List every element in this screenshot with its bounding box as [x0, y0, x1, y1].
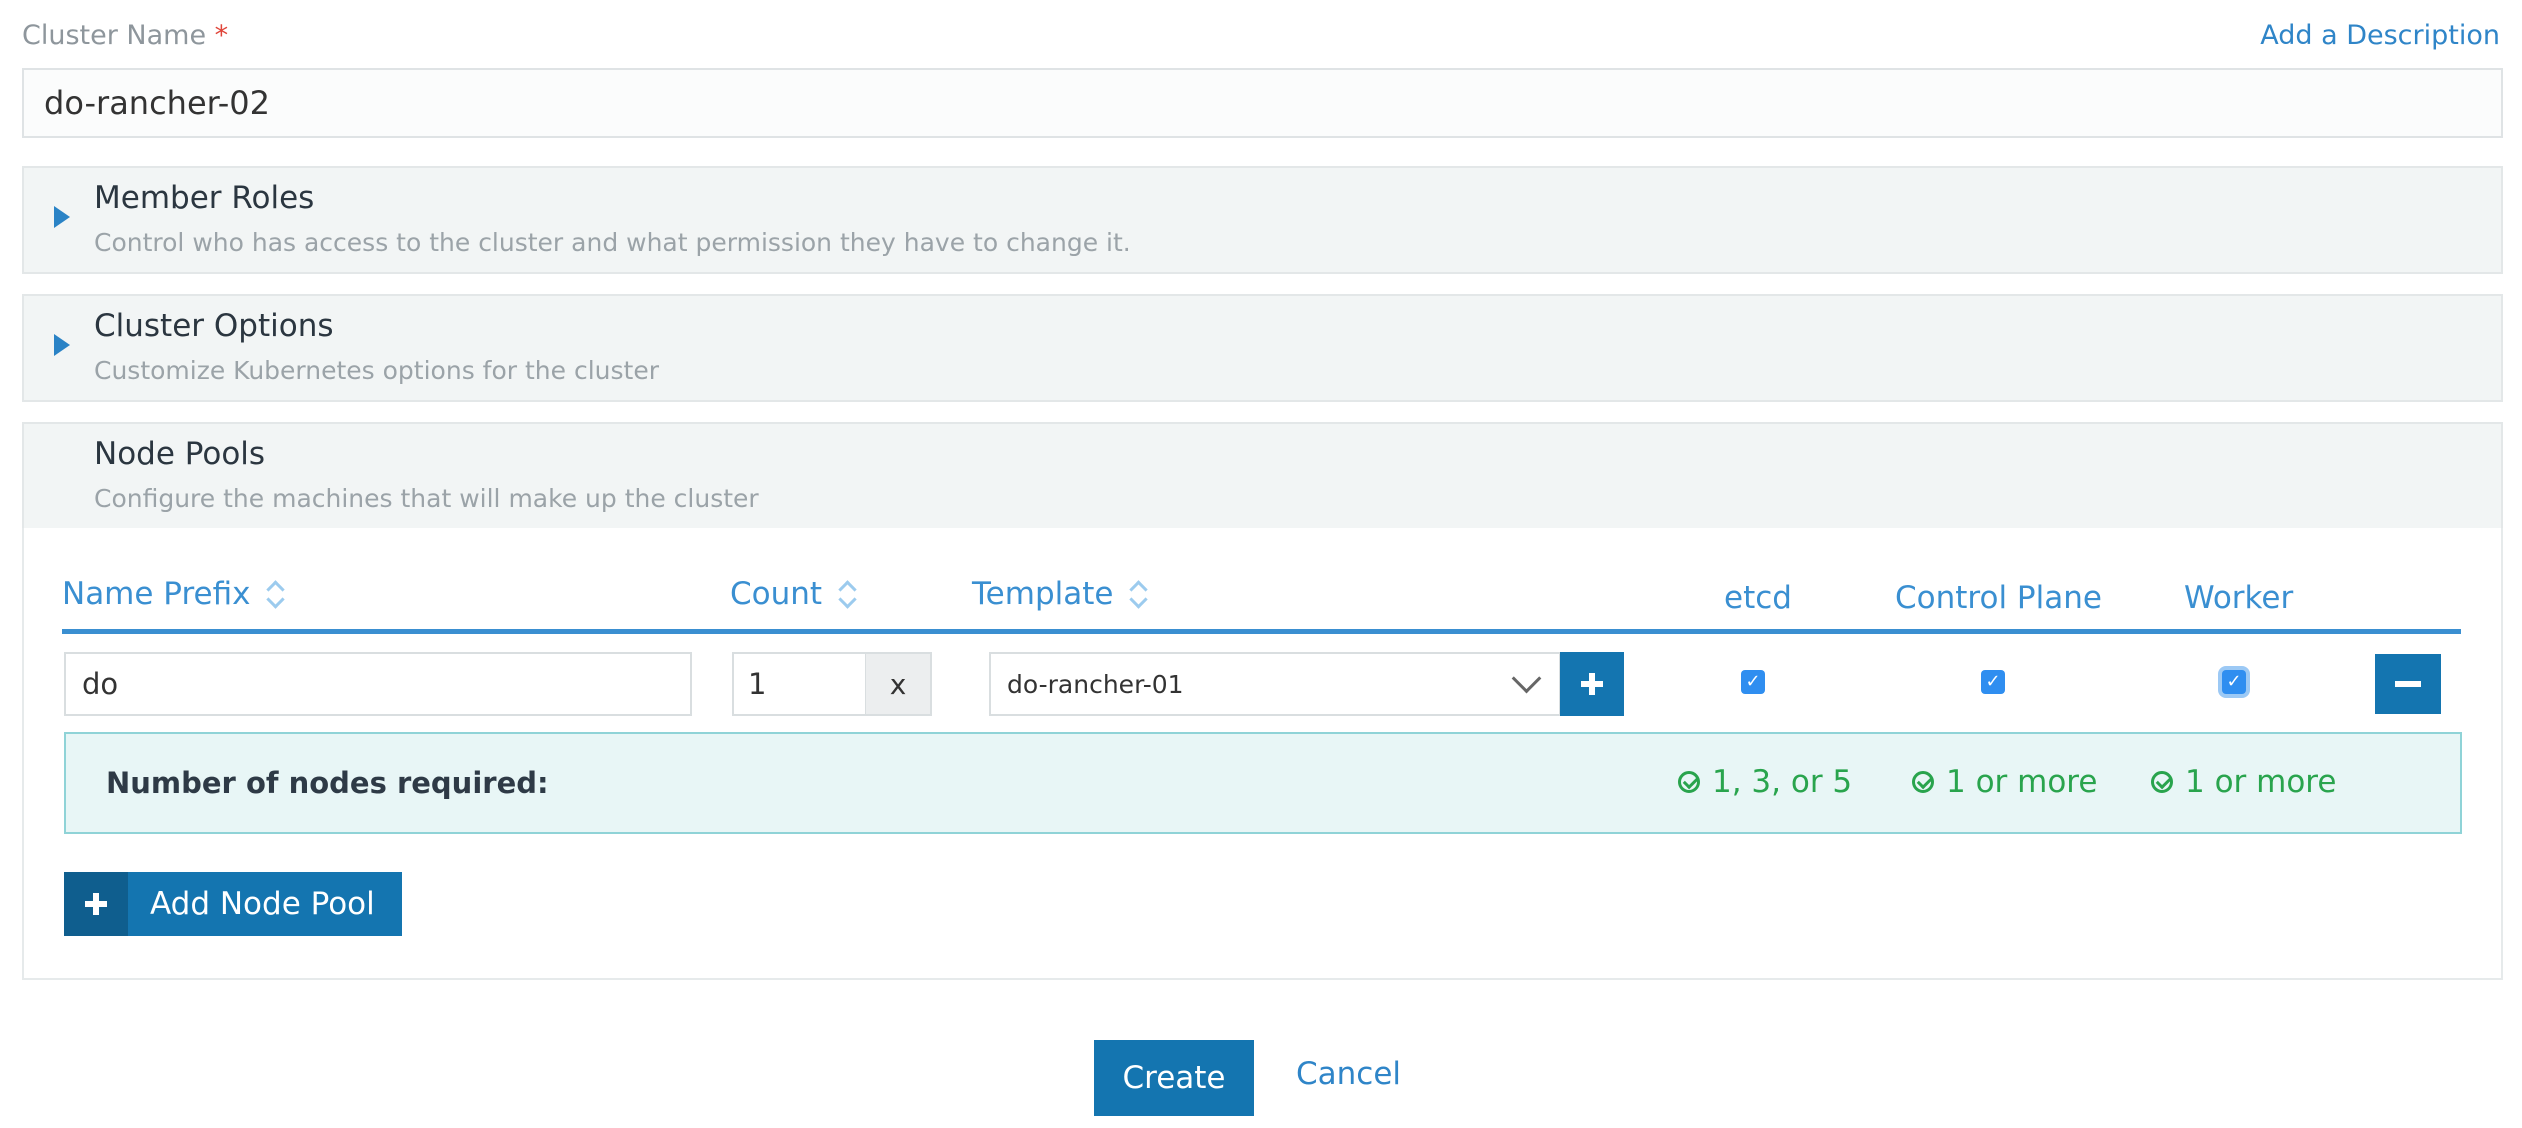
cluster-name-label: Cluster Name * — [22, 20, 229, 51]
name-prefix-input[interactable] — [64, 652, 692, 716]
header-divider — [62, 629, 2461, 634]
count-input[interactable] — [732, 652, 867, 716]
sort-icon — [838, 577, 856, 611]
worker-requirement: 1 or more — [2151, 764, 2336, 800]
worker-checkbox[interactable]: ✓ — [2222, 670, 2246, 694]
control-plane-requirement: 1 or more — [1912, 764, 2097, 800]
cluster-options-section[interactable]: Cluster Options Customize Kubernetes opt… — [22, 294, 2503, 402]
add-template-button[interactable] — [1560, 652, 1624, 716]
expand-caret-icon — [54, 334, 70, 356]
minus-icon — [2395, 681, 2421, 687]
required-mark: * — [214, 20, 229, 51]
add-node-pool-label: Add Node Pool — [150, 886, 375, 922]
etcd-checkbox[interactable]: ✓ — [1741, 670, 1765, 694]
check-circle-icon — [1912, 771, 1934, 793]
check-circle-icon — [1678, 771, 1700, 793]
remove-node-pool-button[interactable] — [2375, 654, 2441, 714]
check-circle-icon — [2151, 771, 2173, 793]
nodes-required-label: Number of nodes required: — [106, 766, 549, 800]
header-control-plane: Control Plane — [1895, 580, 2102, 616]
header-worker: Worker — [2184, 580, 2294, 616]
header-count[interactable]: Count — [730, 576, 856, 612]
plus-icon — [1581, 673, 1603, 695]
control-plane-checkbox[interactable]: ✓ — [1981, 670, 2005, 694]
section-description: Configure the machines that will make up… — [94, 484, 759, 513]
header-name-prefix[interactable]: Name Prefix — [62, 576, 284, 612]
member-roles-section[interactable]: Member Roles Control who has access to t… — [22, 166, 2503, 274]
cancel-link[interactable]: Cancel — [1296, 1056, 1401, 1092]
node-pools-section: Node Pools Configure the machines that w… — [22, 422, 2503, 530]
check-icon: ✓ — [1745, 671, 1761, 692]
nodes-required-banner: Number of nodes required: 1, 3, or 5 1 o… — [64, 732, 2462, 834]
sort-icon — [266, 577, 284, 611]
section-title: Member Roles — [94, 180, 315, 216]
header-etcd: etcd — [1724, 580, 1792, 616]
header-template[interactable]: Template — [972, 576, 1147, 612]
section-title: Cluster Options — [94, 308, 334, 344]
chevron-down-icon — [1511, 663, 1542, 694]
section-description: Customize Kubernetes options for the clu… — [94, 356, 659, 385]
sort-icon — [1129, 577, 1147, 611]
section-title: Node Pools — [94, 436, 266, 472]
add-node-pool-button[interactable]: Add Node Pool — [64, 872, 402, 936]
count-suffix: x — [866, 652, 932, 716]
template-selected-value: do-rancher-01 — [1007, 669, 1184, 699]
etcd-requirement: 1, 3, or 5 — [1678, 764, 1852, 800]
check-icon: ✓ — [1985, 671, 2001, 692]
add-description-link[interactable]: Add a Description — [2260, 20, 2500, 51]
expand-caret-icon — [54, 206, 70, 228]
check-icon: ✓ — [2226, 671, 2242, 692]
cluster-name-input[interactable] — [22, 68, 2503, 138]
plus-icon — [64, 872, 128, 936]
template-select[interactable]: do-rancher-01 — [989, 652, 1561, 716]
create-button[interactable]: Create — [1094, 1040, 1254, 1116]
section-description: Control who has access to the cluster an… — [94, 228, 1131, 257]
